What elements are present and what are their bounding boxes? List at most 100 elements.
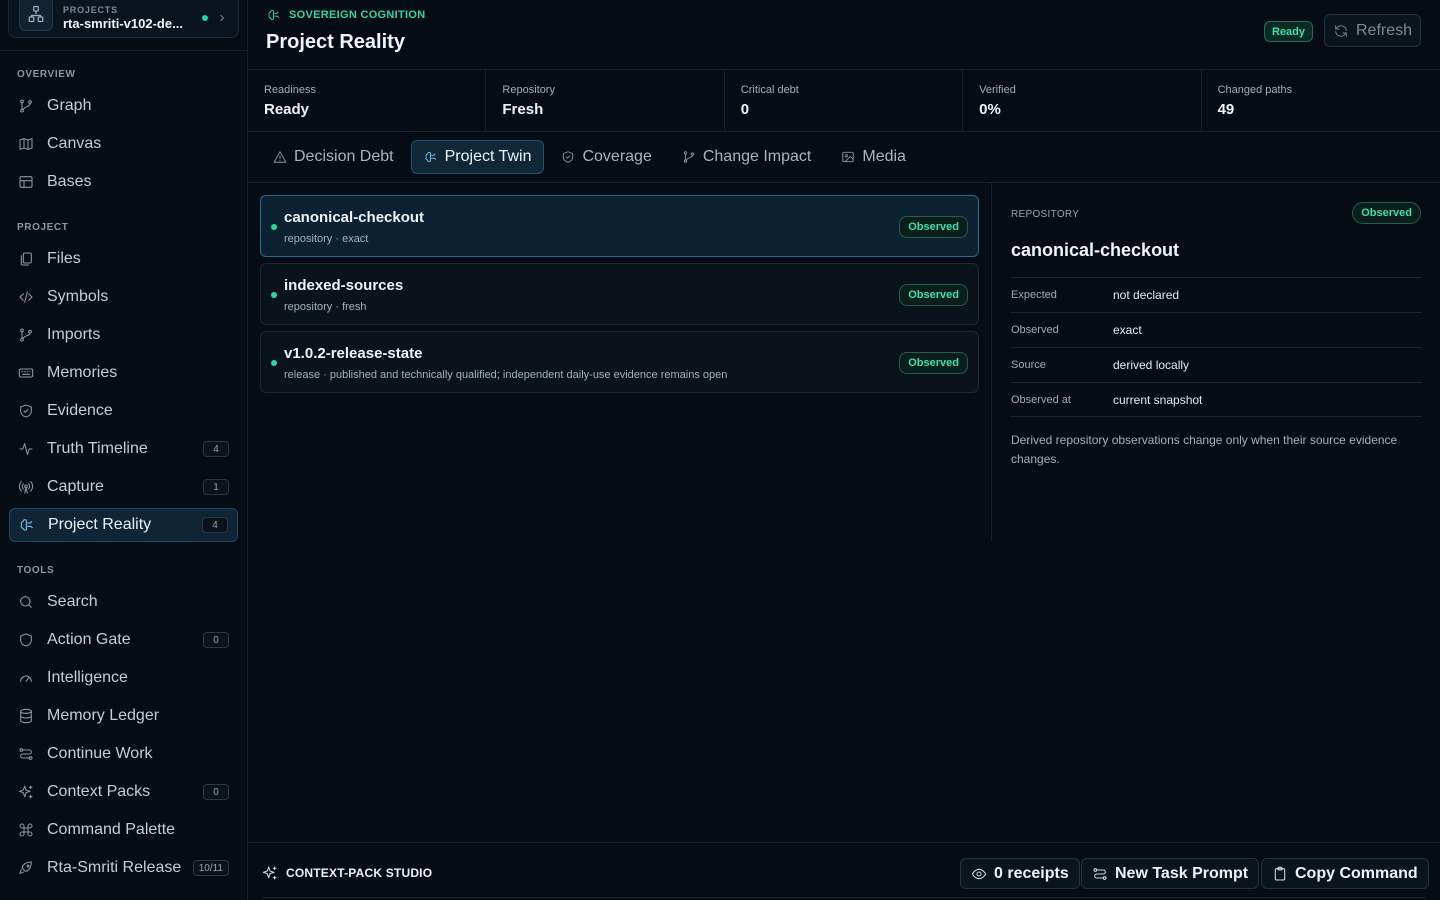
page-title: Project Reality [266, 31, 405, 53]
nav-section-tools: TOOLS Search Action Gate 0 Intelligence … [0, 564, 247, 889]
database-icon [18, 708, 34, 724]
property-key: Observed at [1011, 393, 1071, 406]
tab-change-impact[interactable]: Change Impact [669, 140, 825, 174]
sidebar-item-continue-work[interactable]: Continue Work [9, 737, 238, 771]
route-icon [18, 746, 34, 762]
detail-properties: Expected not declared Observed exact Sou… [1011, 277, 1422, 417]
item-subtitle: repository · exact [284, 233, 369, 245]
stat-label: Repository [502, 84, 555, 96]
property-value: derived locally [1113, 358, 1190, 372]
status-badge: Observed [899, 216, 968, 238]
item-subtitle: repository · fresh [284, 301, 367, 313]
tab-project-twin[interactable]: Project Twin [410, 140, 545, 174]
sidebar-item-project-reality[interactable]: Project Reality 4 [9, 508, 238, 542]
tab-coverage[interactable]: Coverage [548, 140, 664, 174]
map-icon [18, 136, 34, 152]
keyboard-icon [18, 365, 34, 381]
header-kicker: SOVEREIGN COGNITION [266, 7, 426, 23]
count-badge: 10/11 [192, 860, 229, 876]
property-row: Source derived locally [1011, 347, 1422, 382]
list-item[interactable]: canonical-checkout repository · exact Ob… [260, 195, 979, 257]
status-dot [271, 224, 277, 230]
sidebar-item-memories[interactable]: Memories [9, 356, 238, 390]
branch-icon [682, 150, 696, 164]
footer-divider [262, 897, 1426, 898]
sidebar-item-label: Search [47, 593, 98, 610]
sidebar-item-symbols[interactable]: Symbols [9, 280, 238, 314]
sidebar-item-truth-timeline[interactable]: Truth Timeline 4 [9, 432, 238, 466]
image-icon [841, 150, 855, 164]
section-label-overview: OVERVIEW [17, 69, 76, 80]
sidebar-item-label: Evidence [47, 402, 113, 419]
footer-title-label: CONTEXT-PACK STUDIO [286, 866, 433, 880]
observation-list: canonical-checkout repository · exact Ob… [260, 195, 979, 399]
project-info: PROJECTS rta-smriti-v102-de... [63, 5, 198, 31]
list-item[interactable]: v1.0.2-release-state release · published… [260, 331, 979, 393]
graph-icon [18, 98, 34, 114]
sidebar-item-graph[interactable]: Graph [9, 89, 238, 123]
branch-icon [18, 327, 34, 343]
sidebar-item-memory-ledger[interactable]: Memory Ledger [9, 699, 238, 733]
sidebar: PROJECTS rta-smriti-v102-de... OVERVIEW … [0, 0, 248, 900]
project-switcher[interactable]: PROJECTS rta-smriti-v102-de... [8, 0, 239, 38]
sidebar-item-bases[interactable]: Bases [9, 165, 238, 199]
sidebar-item-label: Imports [47, 326, 101, 343]
tab-decision-debt[interactable]: Decision Debt [260, 140, 407, 174]
property-row: Expected not declared [1011, 277, 1422, 312]
sidebar-item-action-gate[interactable]: Action Gate 0 [9, 623, 238, 657]
table-icon [18, 174, 34, 190]
refresh-label: Refresh [1355, 21, 1413, 39]
stat-value: 0 [740, 101, 750, 118]
list-item[interactable]: indexed-sources repository · fresh Obser… [260, 263, 979, 325]
sidebar-item-label: Files [47, 250, 81, 267]
sparkles-icon [262, 865, 278, 881]
tab-bar: Decision Debt Project Twin Coverage Chan… [248, 132, 1440, 183]
copy-command-button[interactable]: Copy Command [1261, 858, 1429, 889]
sidebar-item-label: Symbols [47, 288, 109, 305]
new-task-prompt-button[interactable]: New Task Prompt [1081, 858, 1260, 889]
stat-value: 0% [979, 101, 1001, 118]
refresh-button[interactable]: Refresh [1324, 14, 1421, 47]
sidebar-item-files[interactable]: Files [9, 242, 238, 276]
property-row: Observed exact [1011, 312, 1422, 347]
sidebar-item-intelligence[interactable]: Intelligence [9, 661, 238, 695]
sidebar-item-canvas[interactable]: Canvas [9, 127, 238, 161]
item-title: indexed-sources [284, 277, 404, 294]
status-badge: Ready [1264, 21, 1314, 42]
refresh-icon [1333, 23, 1349, 39]
radio-icon [18, 479, 34, 495]
project-network-icon [19, 0, 53, 31]
sidebar-item-context-packs[interactable]: Context Packs 0 [9, 775, 238, 809]
project-kicker: PROJECTS [63, 5, 118, 15]
sidebar-item-rta-smriti-release[interactable]: Rta-Smriti Release 10/11 [9, 851, 238, 885]
receipts-button[interactable]: 0 receipts [960, 858, 1080, 889]
page-header: SOVEREIGN COGNITION Project Reality Read… [248, 0, 1440, 70]
brain-icon [424, 150, 438, 164]
shield-check-icon [18, 403, 34, 419]
tab-label: Project Twin [444, 148, 532, 165]
eye-icon [971, 866, 987, 882]
sidebar-item-imports[interactable]: Imports [9, 318, 238, 352]
sidebar-item-label: Canvas [47, 135, 102, 152]
sidebar-item-label: Intelligence [47, 669, 128, 686]
tab-media[interactable]: Media [828, 140, 919, 174]
sidebar-item-capture[interactable]: Capture 1 [9, 470, 238, 504]
code-icon [18, 289, 34, 305]
count-badge: 1 [203, 479, 229, 495]
status-badge: Observed [1352, 202, 1421, 224]
sidebar-item-label: Project Reality [48, 516, 152, 533]
sidebar-item-command-palette[interactable]: Command Palette [9, 813, 238, 847]
chevron-right-icon [216, 12, 228, 24]
tab-label: Media [862, 148, 906, 165]
sidebar-item-search[interactable]: Search [9, 585, 238, 619]
stat-verified: Verified 0% [963, 70, 1202, 131]
footer-title: CONTEXT-PACK STUDIO [262, 865, 432, 881]
stat-value: Ready [264, 101, 310, 118]
tab-label: Coverage [582, 148, 652, 165]
kicker-label: SOVEREIGN COGNITION [289, 9, 426, 21]
sidebar-item-evidence[interactable]: Evidence [9, 394, 238, 428]
brain-icon [19, 517, 35, 533]
stats-bar: Readiness Ready Repository Fresh Critica… [248, 70, 1440, 132]
status-dot [271, 292, 277, 298]
stat-repository: Repository Fresh [486, 70, 725, 131]
